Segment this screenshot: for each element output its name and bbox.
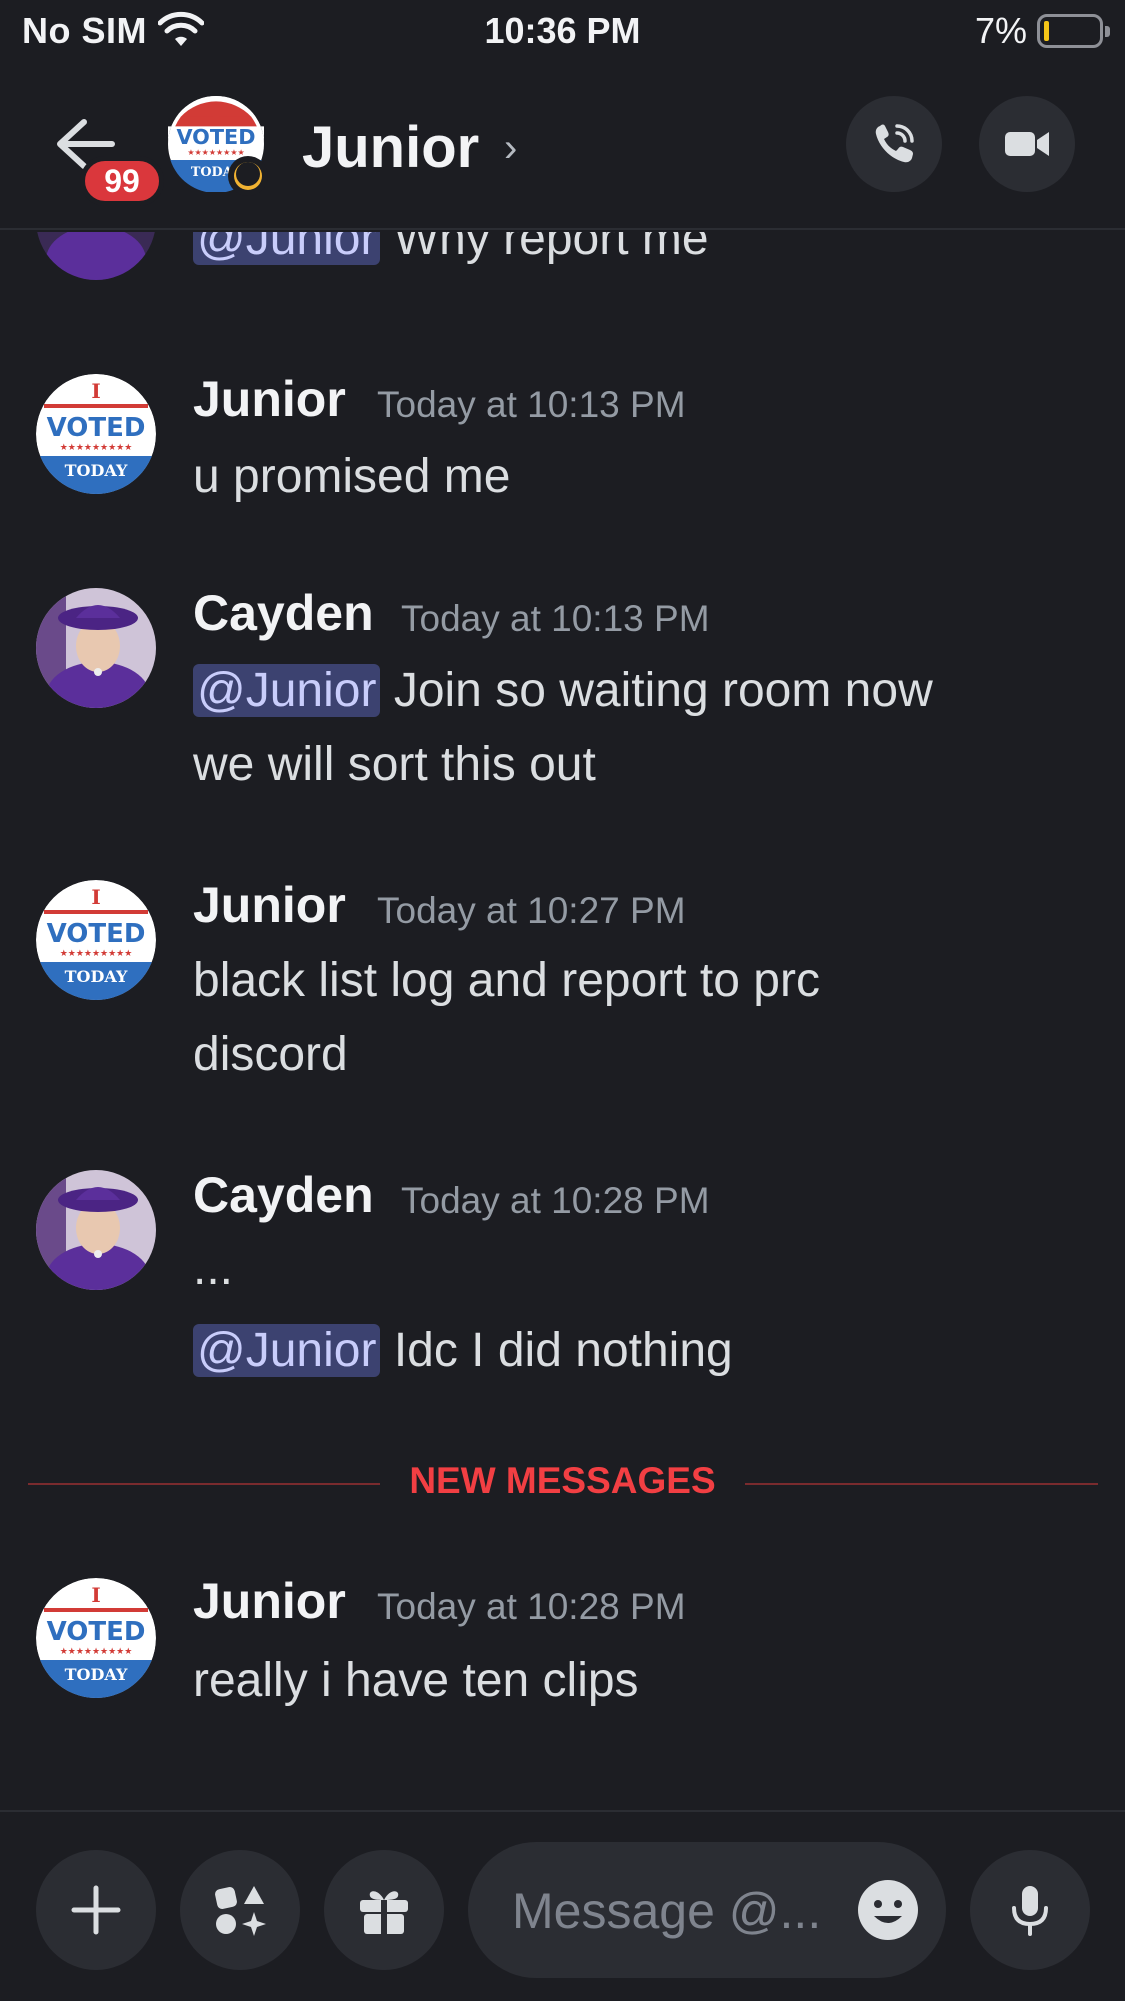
new-messages-label: NEW MESSAGES (380, 1460, 745, 1502)
svg-text:★★★★★★★★★: ★★★★★★★★★ (60, 443, 133, 453)
svg-text:I: I (212, 102, 219, 121)
message-timestamp: Today at 10:13 PM (401, 598, 710, 639)
phone-icon (875, 124, 914, 163)
svg-text:★★★★★★★★★: ★★★★★★★★★ (60, 949, 133, 959)
svg-text:I: I (91, 885, 100, 909)
message-timestamp: Today at 10:28 PM (401, 1180, 710, 1221)
user-mention[interactable]: @Junior (193, 1324, 381, 1377)
message-author[interactable]: Junior (193, 370, 346, 428)
chevron-right-icon[interactable]: › (504, 126, 517, 171)
i-voted-sticker-icon: I VOTED ★★★★★★★★★ TODAY (36, 880, 156, 1000)
user-mention[interactable]: @Junior (193, 664, 381, 717)
svg-text:★★★★★★★★★: ★★★★★★★★★ (60, 1647, 133, 1657)
user-mention[interactable]: @Junior (193, 232, 381, 265)
status-bar: No SIM 10:36 PM 7% (0, 0, 1125, 64)
svg-text:VOTED: VOTED (47, 413, 146, 443)
emoji-icon[interactable] (856, 1878, 920, 1942)
purple-hat-portrait-icon (36, 1170, 156, 1290)
avatar[interactable]: I VOTED ★★★★★★★★★ TODAY (36, 374, 156, 494)
avatar[interactable]: I VOTED ★★★★★★★★★ TODAY (36, 880, 156, 1000)
avatar[interactable]: I VOTED ★★★★★★★★★ TODAY (36, 1578, 156, 1698)
apps-button[interactable] (180, 1850, 300, 1970)
message-text: @Junior Idc I did nothing (193, 1314, 1073, 1388)
message-text: ... (193, 1242, 234, 1295)
svg-text:TODAY: TODAY (65, 1665, 128, 1684)
svg-text:★★★★★★★★: ★★★★★★★★ (187, 148, 244, 157)
message-text: @Junior Join so waiting room now we will… (193, 664, 933, 791)
message-timestamp: Today at 10:28 PM (377, 1586, 686, 1627)
clock: 10:36 PM (484, 10, 641, 51)
svg-text:TODAY: TODAY (65, 967, 128, 986)
i-voted-sticker-icon: I VOTED ★★★★★★★★★ TODAY (36, 374, 156, 494)
gift-button[interactable] (324, 1850, 444, 1970)
purple-hat-portrait-icon (36, 232, 156, 280)
attach-button[interactable] (36, 1850, 156, 1970)
message-input[interactable]: Message @... (468, 1842, 946, 1978)
unread-count-badge: 99 (80, 156, 164, 206)
page-title[interactable]: Junior (302, 114, 479, 181)
idle-moon-icon (228, 156, 268, 196)
apps-icon (215, 1886, 266, 1936)
message-text: really i have ten clips (193, 1654, 639, 1707)
video-camera-icon (1005, 132, 1049, 156)
video-call-button[interactable] (979, 96, 1075, 192)
i-voted-sticker-icon: I VOTED ★★★★★★★★★ TODAY (36, 1578, 156, 1698)
message-text: @Junior Why report me (193, 232, 1073, 276)
message-timestamp: Today at 10:27 PM (377, 890, 686, 931)
svg-text:VOTED: VOTED (47, 919, 146, 949)
svg-text:TODAY: TODAY (65, 461, 128, 480)
battery-icon (1037, 14, 1110, 48)
svg-text:VOTED: VOTED (47, 1617, 146, 1647)
purple-hat-portrait-icon (36, 588, 156, 708)
microphone-icon (1012, 1886, 1048, 1936)
gift-icon (360, 1891, 408, 1934)
message-composer: Message @... (0, 1810, 1125, 2001)
voice-message-button[interactable] (970, 1850, 1090, 1970)
message-author[interactable]: Junior (193, 876, 346, 934)
message-timestamp: Today at 10:13 PM (377, 384, 686, 425)
message-author[interactable]: Junior (193, 1572, 346, 1630)
message-input-placeholder: Message @... (512, 1883, 822, 1939)
svg-text:VOTED: VOTED (176, 125, 255, 149)
plus-icon (71, 1885, 121, 1935)
svg-text:I: I (91, 1583, 100, 1607)
battery-percent: 7% (974, 10, 1027, 51)
avatar[interactable] (36, 588, 156, 708)
message-author[interactable]: Cayden (193, 1166, 374, 1224)
voice-call-button[interactable] (846, 96, 942, 192)
message-text: black list log and report to prc discord (193, 954, 820, 1081)
avatar[interactable] (36, 232, 156, 280)
message-text: u promised me (193, 450, 511, 503)
message-author[interactable]: Cayden (193, 584, 374, 642)
message-list[interactable]: @Junior Why report me I VOTED ★★★★★★★★★ … (0, 232, 1125, 1810)
svg-text:I: I (91, 379, 100, 403)
avatar[interactable] (36, 1170, 156, 1290)
dm-header: 99 I VOTED ★★★★★★★★ TODAY Junior › (0, 64, 1125, 230)
